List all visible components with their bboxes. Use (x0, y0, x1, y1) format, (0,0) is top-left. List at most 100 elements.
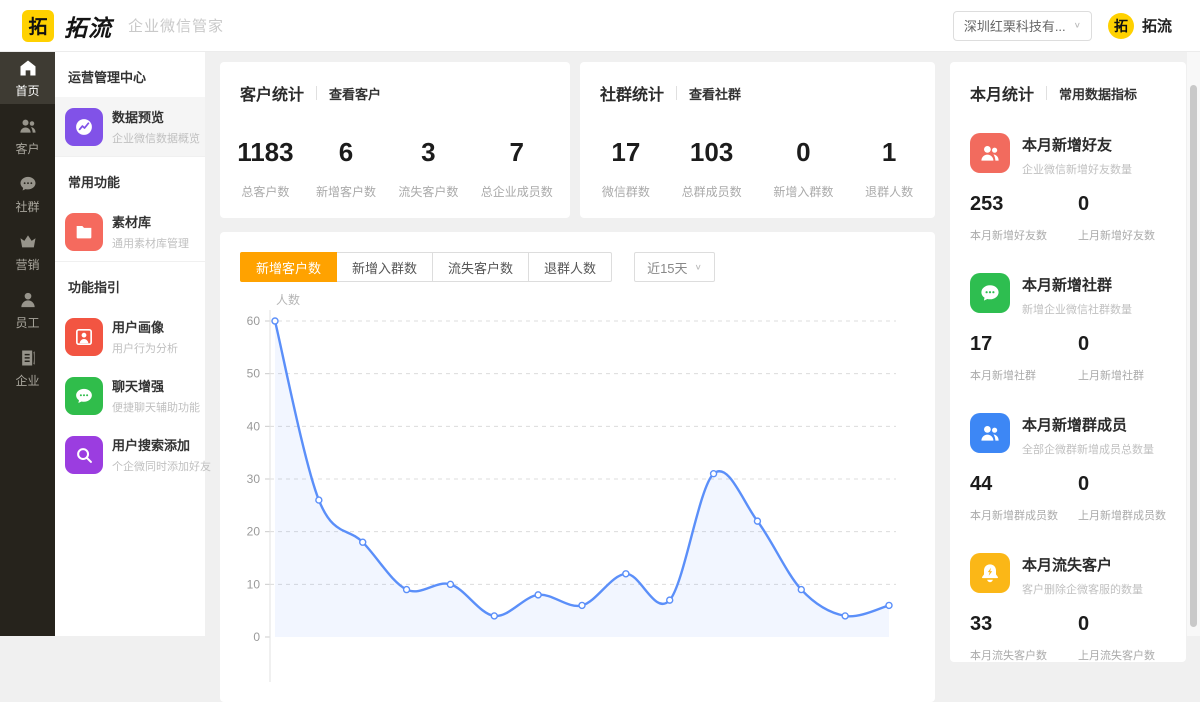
view-groups-link[interactable]: 查看社群 (689, 84, 741, 103)
metric-value: 3 (398, 137, 458, 168)
tab-new-customers[interactable]: 新增客户数 (240, 252, 337, 282)
rail-item-label: 员工 (15, 314, 39, 331)
divider (316, 86, 317, 100)
metric-value: 0 (773, 137, 833, 168)
sidebar-item-title: 用户搜索添加 (112, 435, 195, 454)
month-stats-panel: 本月统计 常用数据指标 本月新增好友 企业微信新增好友数量 253 本月新增好友… (950, 62, 1186, 662)
chat-icon (73, 385, 95, 407)
staff-icon (18, 290, 38, 310)
metric-value: 7 (481, 137, 553, 168)
sidebar-item-subtitle: 个企微同时添加好友 (112, 458, 195, 474)
svg-text:50: 50 (247, 367, 261, 381)
view-customers-link[interactable]: 查看客户 (329, 84, 381, 103)
sidebar: 运营管理中心 数据预览 企业微信数据概览 常用功能 素材库 通用素材库管理 功能… (55, 52, 205, 636)
metric-lost-customers: 3 流失客户数 (398, 137, 458, 200)
rail-item-staff[interactable]: 员工 (0, 284, 55, 336)
sidebar-item-subtitle: 便捷聊天辅助功能 (112, 399, 195, 415)
rail-item-label: 客户 (15, 140, 39, 157)
line-chart-svg: 6050403020100人数 (238, 290, 918, 682)
month-stat-value-label: 本月新增社群 (970, 367, 1078, 383)
month-stat-prev-label: 上月流失客户数 (1078, 647, 1155, 662)
month-stat-value-label: 本月流失客户数 (970, 647, 1078, 662)
group-chat-icon (978, 281, 1002, 305)
line-chart: 6050403020100人数 (238, 290, 935, 687)
svg-text:0: 0 (253, 630, 260, 644)
rail-item-label: 营销 (15, 256, 39, 273)
metric-label: 退群人数 (865, 183, 913, 200)
customer-stats-card: 客户统计 查看客户 1183 总客户数 6 新增客户数 3 流失客户数 7 总企… (220, 62, 570, 218)
sidebar-item-user-portrait[interactable]: 用户画像 用户行为分析 (55, 307, 205, 366)
svg-text:20: 20 (247, 525, 261, 539)
friends-icon (978, 141, 1002, 165)
account-info[interactable]: 拓 拓流 (1108, 13, 1172, 39)
month-stat-desc: 企业微信新增好友数量 (1022, 161, 1132, 177)
tab-lost-customers[interactable]: 流失客户数 (432, 252, 529, 282)
month-stat-prev-label: 上月新增社群 (1078, 367, 1144, 383)
company-select[interactable]: 深圳红栗科技有... ∨ (953, 11, 1092, 41)
month-stat-title: 本月新增好友 (1022, 134, 1132, 155)
brand-name: 拓流 (64, 9, 112, 43)
rail-item-enterprise[interactable]: 企业 (0, 342, 55, 394)
sidebar-section-title: 运营管理中心 (55, 52, 205, 97)
rail-item-customers[interactable]: 客户 (0, 110, 55, 162)
month-stat-value-label: 本月新增好友数 (970, 227, 1078, 243)
chevron-down-icon: ∨ (1074, 21, 1081, 30)
metric-group-members: 103 总群成员数 (682, 137, 742, 200)
metric-label: 新增入群数 (773, 183, 833, 200)
month-stat-value-label: 本月新增群成员数 (970, 507, 1078, 523)
card-title: 社群统计 (600, 81, 664, 105)
month-stat-desc: 新增企业微信社群数量 (1022, 301, 1132, 317)
portrait-icon (73, 326, 95, 348)
sidebar-item-chat-enhance[interactable]: 聊天增强 便捷聊天辅助功能 (55, 366, 205, 425)
metric-new-joins: 0 新增入群数 (773, 137, 833, 200)
sidebar-item-title: 数据预览 (112, 107, 195, 126)
sidebar-item-subtitle: 企业微信数据概览 (112, 130, 195, 146)
rail-item-label: 企业 (15, 372, 39, 389)
metric-label: 总群成员数 (682, 183, 742, 200)
sidebar-section-title: 常用功能 (55, 157, 205, 202)
metric-total-members: 7 总企业成员数 (481, 137, 553, 200)
month-stat-prev-label: 上月新增群成员数 (1078, 507, 1166, 523)
divider (676, 86, 677, 100)
metric-value: 103 (682, 137, 742, 168)
company-select-value: 深圳红栗科技有... (964, 16, 1066, 35)
sidebar-item-title: 聊天增强 (112, 376, 195, 395)
app-logo: 拓 拓流 企业微信管家 (22, 9, 224, 43)
sidebar-item-title: 用户画像 (112, 317, 178, 336)
tab-quits[interactable]: 退群人数 (528, 252, 612, 282)
sidebar-item-material-library[interactable]: 素材库 通用素材库管理 (55, 202, 205, 261)
rail-item-label: 社群 (15, 198, 39, 215)
trend-icon (73, 116, 95, 138)
metric-wechat-groups: 17 微信群数 (602, 137, 650, 200)
churn-bell-icon (978, 561, 1002, 585)
metric-total-customers: 1183 总客户数 (237, 137, 293, 200)
month-stat-prev-value: 0 (1078, 193, 1155, 216)
rail-item-home[interactable]: 首页 (0, 52, 55, 104)
panel-title: 本月统计 (970, 81, 1034, 105)
brand-logo-icon: 拓 (22, 10, 54, 42)
rail-item-community[interactable]: 社群 (0, 168, 55, 220)
sidebar-item-data-preview[interactable]: 数据预览 企业微信数据概览 (55, 97, 205, 156)
folder-icon (73, 221, 95, 243)
month-stat-value: 44 (970, 473, 1078, 496)
account-avatar: 拓 (1108, 13, 1134, 39)
sidebar-section-title: 功能指引 (55, 262, 205, 307)
metric-label: 总企业成员数 (481, 183, 553, 200)
date-range-select[interactable]: 近15天 ∨ (634, 252, 715, 282)
sidebar-item-user-search-add[interactable]: 用户搜索添加 个企微同时添加好友 (55, 425, 205, 484)
enterprise-icon (18, 348, 38, 368)
month-stat-churned-customers: 本月流失客户 客户删除企微客服的数量 33 本月流失客户数 0 上月流失客户数 (970, 553, 1166, 662)
tab-new-joins[interactable]: 新增入群数 (336, 252, 433, 282)
nav-rail: 首页 客户 社群 营销 员工 企业 (0, 52, 55, 636)
svg-text:30: 30 (247, 472, 261, 486)
page-scrollbar-thumb[interactable] (1190, 85, 1197, 627)
month-stat-value: 17 (970, 333, 1078, 356)
top-header: 拓 拓流 企业微信管家 深圳红栗科技有... ∨ 拓 拓流 (0, 0, 1200, 52)
metric-label: 总客户数 (237, 183, 293, 200)
month-stat-new-group-members: 本月新增群成员 全部企微群新增成员总数量 44 本月新增群成员数 0 上月新增群… (970, 413, 1166, 523)
metric-value: 1183 (237, 137, 293, 168)
search-icon (73, 444, 95, 466)
rail-item-marketing[interactable]: 营销 (0, 226, 55, 278)
metric-label: 微信群数 (602, 183, 650, 200)
month-stat-new-groups: 本月新增社群 新增企业微信社群数量 17 本月新增社群 0 上月新增社群 (970, 273, 1166, 383)
